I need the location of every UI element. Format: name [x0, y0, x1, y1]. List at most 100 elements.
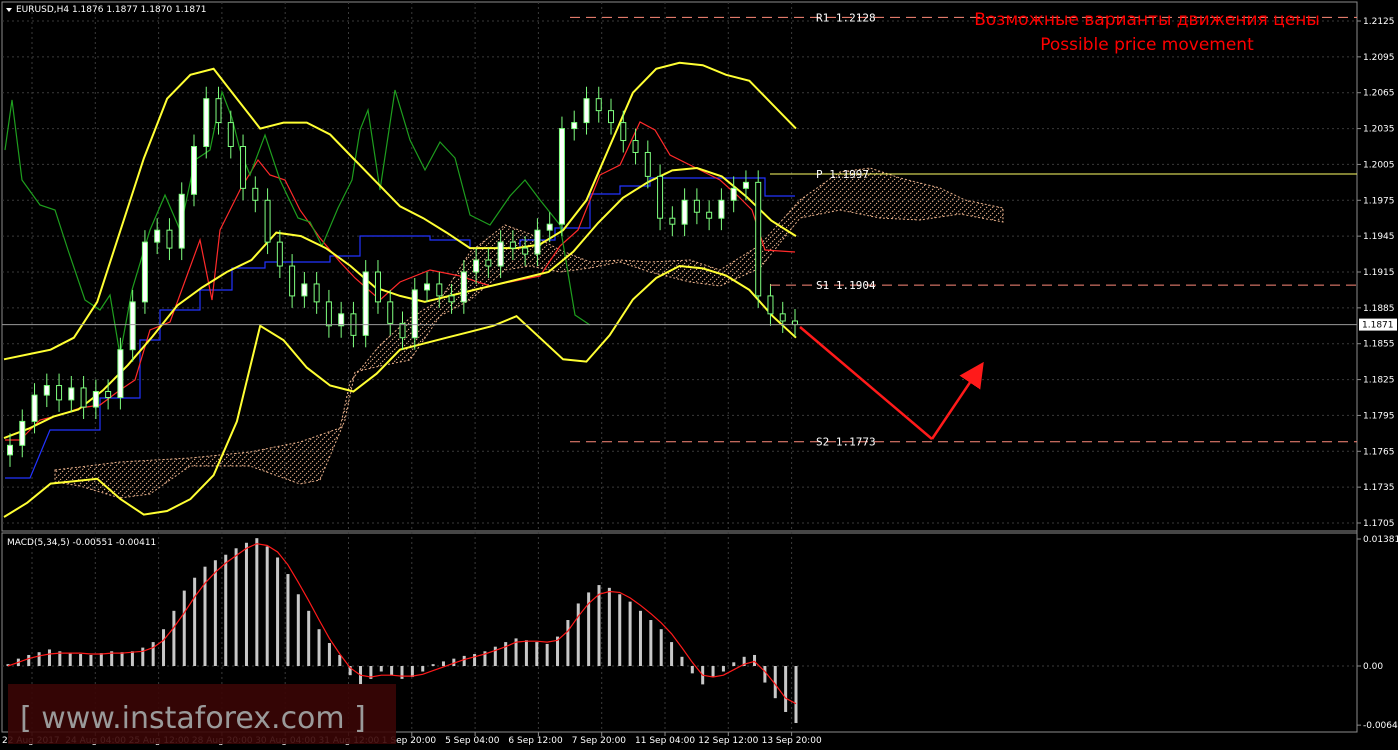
- macd-bar: [659, 629, 663, 666]
- candle-body: [558, 128, 565, 225]
- macd-bar: [234, 548, 238, 666]
- candle-body: [436, 283, 443, 297]
- candle-body: [178, 193, 185, 249]
- macd-tick-label: 0.01381: [1363, 535, 1398, 545]
- candle-body: [43, 385, 50, 396]
- candle-body: [325, 301, 332, 327]
- macd-bar: [535, 642, 539, 666]
- candle-body: [92, 391, 99, 408]
- macd-bar: [130, 651, 134, 666]
- candle-body: [632, 140, 639, 153]
- macd-bar: [431, 664, 435, 666]
- chevron-down-icon[interactable]: [6, 8, 12, 12]
- macd-bar: [680, 656, 684, 666]
- macd-bar: [690, 666, 694, 674]
- candle-body: [534, 229, 541, 255]
- candle-body: [792, 320, 798, 326]
- candle-body: [460, 271, 467, 303]
- candle-body: [595, 98, 602, 112]
- symbol-header: EURUSD,H4 1.1876 1.1877 1.1870 1.1871: [16, 5, 207, 15]
- candle-body: [620, 122, 627, 142]
- macd-bar: [784, 666, 788, 712]
- candle-body: [497, 241, 504, 267]
- macd-bar: [296, 594, 300, 666]
- price-tick-label: 1.2095: [1363, 53, 1395, 63]
- candle-body: [190, 146, 197, 195]
- macd-bar: [307, 610, 311, 666]
- candle-body: [424, 283, 431, 291]
- macd-bar: [576, 603, 580, 666]
- candle-body: [301, 283, 308, 297]
- candle-body: [669, 217, 676, 225]
- candle-body: [485, 259, 492, 267]
- level-label-s1: S1 1.1904: [816, 279, 876, 292]
- macd-bar: [37, 652, 41, 666]
- pivot-levels: R1 1.2128 P 1.1997 S1 1.1904 S2 1.1773: [570, 11, 1357, 449]
- macd-tick-label: -0.00643: [1363, 721, 1398, 731]
- macd-bar: [462, 655, 466, 666]
- macd-bar: [721, 666, 725, 672]
- macd-bar: [338, 654, 342, 666]
- watermark: [ www.instaforex.com ]: [20, 701, 366, 736]
- candle-body: [742, 181, 749, 189]
- price-tick-label: 1.2005: [1363, 160, 1395, 170]
- candle-body: [313, 283, 320, 303]
- candle-body: [755, 181, 762, 297]
- macd-bar: [794, 666, 798, 724]
- current-price-label: 1.1871: [1362, 321, 1394, 331]
- bollinger-bands: [3, 61, 797, 518]
- candle-body: [473, 259, 480, 273]
- macd-bar: [27, 654, 31, 666]
- macd-bar: [649, 620, 653, 666]
- macd-bar: [607, 587, 611, 666]
- macd-bar: [244, 542, 248, 666]
- candle-body: [203, 98, 210, 147]
- candle-body: [129, 301, 136, 351]
- macd-bar: [151, 642, 155, 666]
- candle-body: [509, 241, 516, 249]
- candle-body: [522, 247, 529, 255]
- macd-bar: [68, 653, 72, 666]
- annotation-en: Possible price movement: [1040, 35, 1254, 55]
- macd-bar: [618, 594, 622, 666]
- macd-bar: [182, 590, 186, 666]
- candle-body: [546, 223, 553, 231]
- macd-bar: [379, 666, 383, 672]
- time-tick-label: 7 Sep 20:00: [572, 736, 627, 746]
- candle-body: [289, 265, 296, 297]
- macd-bar: [89, 654, 93, 666]
- macd-bar: [286, 574, 290, 666]
- time-tick-label: 5 Sep 04:00: [445, 736, 500, 746]
- price-tick-label: 1.1765: [1363, 447, 1395, 457]
- macd-bar: [47, 649, 51, 666]
- macd-bar: [213, 560, 217, 666]
- price-tick-label: 1.2065: [1363, 89, 1395, 99]
- chart-window: R1 1.2128 P 1.1997 S1 1.1904 S2 1.1773 1.18…: [1, 1, 1398, 746]
- price-tick-label: 1.1915: [1363, 268, 1395, 278]
- macd-bar: [317, 629, 321, 666]
- macd-signal-line: [7, 543, 797, 705]
- candle-body: [80, 387, 87, 408]
- annotation-ru: Возможные варианты движения цены: [974, 10, 1320, 30]
- candle-body: [387, 301, 394, 324]
- candle-body: [718, 199, 725, 219]
- candle-body: [56, 385, 63, 401]
- price-axis: 1.2125 1.2095 1.2065 1.2035 1.2005 1.1975 1.19…: [1357, 17, 1395, 529]
- level-label-r1: R1 1.2128: [816, 11, 876, 24]
- price-tick-label: 1.1855: [1363, 340, 1395, 350]
- macd-bar: [79, 654, 83, 666]
- macd-bar: [265, 546, 269, 666]
- macd-bar: [224, 554, 228, 666]
- macd-bar: [276, 557, 280, 666]
- candle-body: [693, 199, 700, 213]
- macd-bar: [524, 640, 528, 666]
- level-label-s2: S2 1.1773: [816, 436, 876, 449]
- macd-bar: [628, 601, 632, 666]
- time-tick-label: 6 Sep 12:00: [508, 736, 563, 746]
- price-tick-label: 1.2035: [1363, 125, 1395, 135]
- macd-bar: [400, 666, 404, 679]
- macd-axis: 0.01381 0.00 -0.00643: [1357, 535, 1398, 731]
- candle-body: [706, 211, 713, 219]
- macd-bar: [711, 666, 715, 678]
- forecast-arrow-up: [930, 361, 984, 440]
